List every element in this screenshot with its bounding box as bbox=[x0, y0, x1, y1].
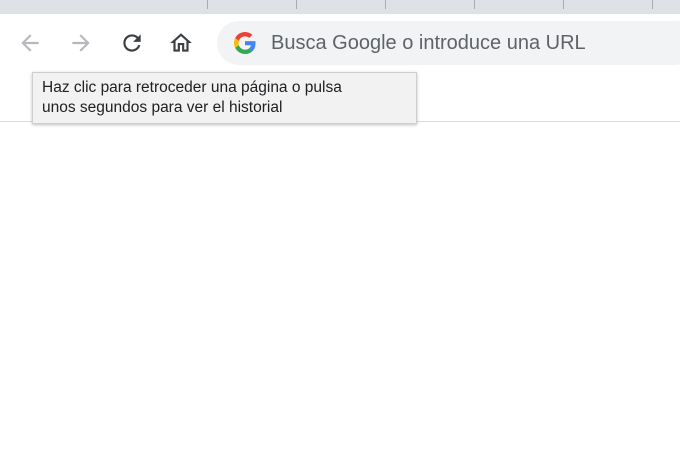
reload-icon bbox=[123, 34, 141, 52]
page-content bbox=[0, 122, 680, 454]
omnibox[interactable]: Busca Google o introduce una URL bbox=[217, 21, 680, 65]
arrow-left-icon bbox=[21, 34, 39, 52]
home-button[interactable] bbox=[166, 28, 196, 58]
reload-button[interactable] bbox=[117, 28, 147, 58]
tooltip-line: Haz clic para retroceder una página o pu… bbox=[42, 79, 342, 96]
tab-separator bbox=[207, 0, 208, 9]
tab-separator bbox=[652, 0, 653, 9]
tab-separator bbox=[563, 0, 564, 9]
tab-strip bbox=[0, 0, 680, 14]
tab-separator bbox=[296, 0, 297, 9]
omnibox-placeholder: Busca Google o introduce una URL bbox=[271, 32, 586, 54]
tab-separator bbox=[474, 0, 475, 9]
tab-separator bbox=[385, 0, 386, 9]
browser-window: Busca Google o introduce una URL Haz cli… bbox=[0, 0, 680, 454]
home-icon bbox=[170, 33, 192, 52]
back-button-tooltip: Haz clic para retroceder una página o pu… bbox=[32, 72, 417, 124]
forward-button[interactable] bbox=[66, 28, 96, 58]
tooltip-line: unos segundos para ver el historial bbox=[42, 99, 283, 116]
arrow-right-icon bbox=[72, 34, 90, 52]
google-g-icon bbox=[234, 32, 256, 54]
back-button[interactable] bbox=[15, 28, 45, 58]
